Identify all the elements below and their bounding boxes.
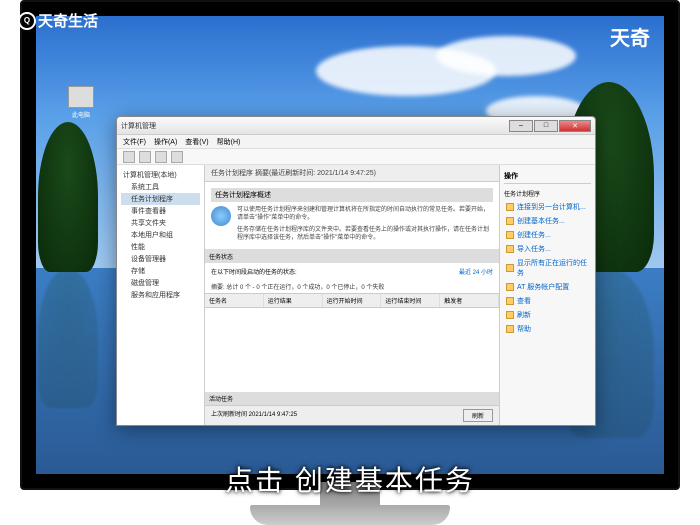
actions-group: 任务计划程序 xyxy=(504,187,591,200)
screen: 此电脑 天奇 计算机管理 – □ ✕ 文件(F) 操作(A) 查看(V) 帮助(… xyxy=(36,16,664,474)
help-icon xyxy=(506,325,514,333)
tree-root[interactable]: 计算机管理(本地) xyxy=(121,169,200,181)
tree-local-users[interactable]: 本地用户和组 xyxy=(121,229,200,241)
tree-services[interactable]: 服务和应用程序 xyxy=(121,289,200,301)
info-icon xyxy=(211,206,231,226)
actions-header: 操作 xyxy=(504,169,591,184)
action-help[interactable]: 帮助 xyxy=(504,322,591,336)
actions-pane: 操作 任务计划程序 连接到另一台计算机... 创建基本任务... 创建任务...… xyxy=(499,165,595,425)
summary-line: 摘要: 总计 0 个 - 0 个正在运行，0 个成功，0 个已停止，0 个失败 xyxy=(205,280,499,293)
status-row: 在以下时间段启动的任务的状态: 最近 24 小时 xyxy=(205,263,499,280)
footer-bar: 上次刷新时间 2021/1/14 9:47:25 刷新 xyxy=(205,405,499,425)
maximize-button[interactable]: □ xyxy=(534,120,558,132)
refresh-button[interactable]: 刷新 xyxy=(463,409,493,422)
brand-logo: Q 天奇生活 xyxy=(18,10,98,31)
task-table-body xyxy=(205,308,499,392)
status-label: 在以下时间段启动的任务的状态: xyxy=(211,267,297,276)
window-title: 计算机管理 xyxy=(121,121,508,131)
toolbar-forward-icon[interactable] xyxy=(139,151,151,163)
titlebar[interactable]: 计算机管理 – □ ✕ xyxy=(117,117,595,135)
account-icon xyxy=(506,283,514,291)
desktop-icon-computer[interactable]: 此电脑 xyxy=(64,86,98,119)
toolbar-help-icon[interactable] xyxy=(171,151,183,163)
action-create-basic-task[interactable]: 创建基本任务... xyxy=(504,214,591,228)
active-tasks-header: 活动任务 xyxy=(205,392,499,405)
tree-device-manager[interactable]: 设备管理器 xyxy=(121,253,200,265)
menu-view[interactable]: 查看(V) xyxy=(185,137,208,147)
task-scheduler-window: 计算机管理 – □ ✕ 文件(F) 操作(A) 查看(V) 帮助(H) 计算机管… xyxy=(116,116,596,426)
monitor-stand xyxy=(250,505,450,525)
status-period-dropdown[interactable]: 最近 24 小时 xyxy=(459,267,493,276)
tree-disk-mgmt[interactable]: 磁盘管理 xyxy=(121,277,200,289)
running-icon xyxy=(506,264,514,272)
import-icon xyxy=(506,245,514,253)
action-refresh[interactable]: 刷新 xyxy=(504,308,591,322)
action-create-task[interactable]: 创建任务... xyxy=(504,228,591,242)
desktop-icon-label: 此电脑 xyxy=(64,110,98,119)
task-table-header: 任务名 运行结果 运行开始时间 运行结束时间 触发者 xyxy=(205,293,499,308)
video-caption: 点击 创建基本任务 xyxy=(225,459,475,499)
tree-shared-folders[interactable]: 共享文件夹 xyxy=(121,217,200,229)
overview-text: 可以使用任务计划程序来创建和管理计算机将在所指定的时间自动执行的常见任务。若要开… xyxy=(237,206,493,243)
tree-storage[interactable]: 存储 xyxy=(121,265,200,277)
brand-logo-text: 天奇生活 xyxy=(38,10,98,31)
tree-task-scheduler[interactable]: 任务计划程序 xyxy=(121,193,200,205)
overview-section: 任务计划程序概述 可以使用任务计划程序来创建和管理计算机将在所指定的时间自动执行… xyxy=(205,182,499,250)
minimize-button[interactable]: – xyxy=(509,120,533,132)
create-basic-icon xyxy=(506,217,514,225)
tree-system-tools[interactable]: 系统工具 xyxy=(121,181,200,193)
toolbar xyxy=(117,149,595,165)
action-show-running[interactable]: 显示所有正在运行的任务 xyxy=(504,256,591,280)
task-status-header: 任务状态 xyxy=(205,250,499,263)
left-tree: 计算机管理(本地) 系统工具 任务计划程序 事件查看器 共享文件夹 本地用户和组… xyxy=(117,165,205,425)
center-pane: 任务计划程序 摘要(最近刷新时间: 2021/1/14 9:47:25) 任务计… xyxy=(205,165,499,425)
tree-event-viewer[interactable]: 事件查看器 xyxy=(121,205,200,217)
col-start[interactable]: 运行开始时间 xyxy=(323,294,382,307)
connect-icon xyxy=(506,203,514,211)
action-connect[interactable]: 连接到另一台计算机... xyxy=(504,200,591,214)
watermark-text: 天奇 xyxy=(610,22,650,51)
col-name[interactable]: 任务名 xyxy=(205,294,264,307)
action-at-account[interactable]: AT 服务帐户配置 xyxy=(504,280,591,294)
col-result[interactable]: 运行结果 xyxy=(264,294,323,307)
close-button[interactable]: ✕ xyxy=(559,120,591,132)
menu-help[interactable]: 帮助(H) xyxy=(217,137,241,147)
col-end[interactable]: 运行结束时间 xyxy=(381,294,440,307)
refresh-icon xyxy=(506,311,514,319)
monitor-frame: 此电脑 天奇 计算机管理 – □ ✕ 文件(F) 操作(A) 查看(V) 帮助(… xyxy=(20,0,680,490)
col-trigger[interactable]: 触发者 xyxy=(440,294,499,307)
center-header: 任务计划程序 摘要(最近刷新时间: 2021/1/14 9:47:25) xyxy=(205,165,499,182)
create-task-icon xyxy=(506,231,514,239)
menu-file[interactable]: 文件(F) xyxy=(123,137,146,147)
action-view[interactable]: 查看 xyxy=(504,294,591,308)
overview-title: 任务计划程序概述 xyxy=(211,188,493,202)
toolbar-back-icon[interactable] xyxy=(123,151,135,163)
menubar: 文件(F) 操作(A) 查看(V) 帮助(H) xyxy=(117,135,595,149)
computer-icon xyxy=(68,86,94,108)
action-import-task[interactable]: 导入任务... xyxy=(504,242,591,256)
window-body: 计算机管理(本地) 系统工具 任务计划程序 事件查看器 共享文件夹 本地用户和组… xyxy=(117,165,595,425)
toolbar-properties-icon[interactable] xyxy=(155,151,167,163)
brand-logo-icon: Q xyxy=(18,12,36,30)
tree-performance[interactable]: 性能 xyxy=(121,241,200,253)
last-refresh-label: 上次刷新时间 2021/1/14 9:47:25 xyxy=(211,409,297,422)
view-icon xyxy=(506,297,514,305)
menu-action[interactable]: 操作(A) xyxy=(154,137,177,147)
